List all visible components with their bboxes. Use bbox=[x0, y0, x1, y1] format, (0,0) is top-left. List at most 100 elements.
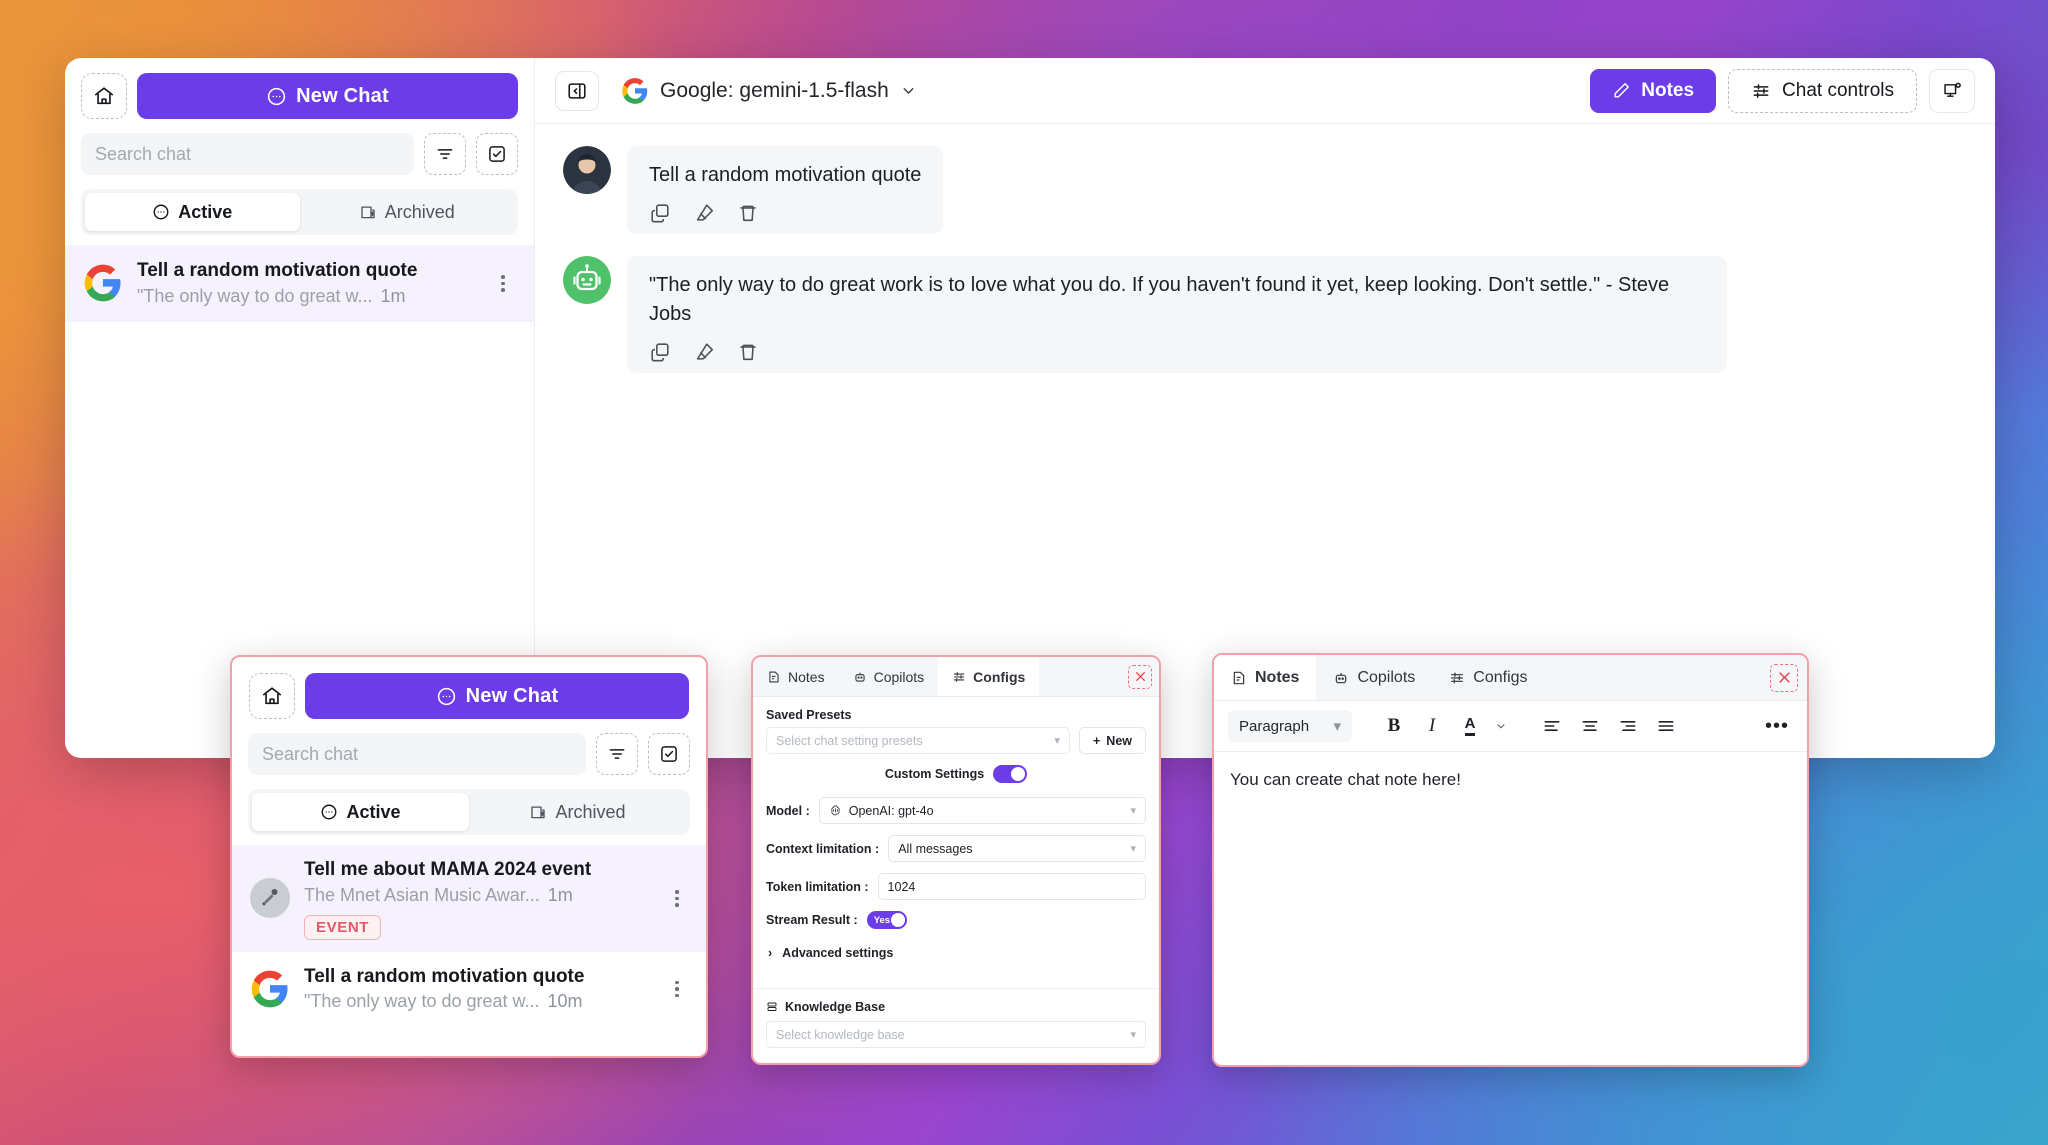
align-right-button[interactable] bbox=[1612, 710, 1644, 742]
close-button[interactable] bbox=[1770, 663, 1798, 692]
advanced-settings-toggle[interactable]: › Advanced settings bbox=[766, 940, 1146, 960]
stream-result-toggle[interactable]: Yes bbox=[866, 911, 907, 929]
filter-button[interactable] bbox=[424, 133, 466, 175]
context-limitation-select[interactable]: All messages ▾ bbox=[888, 835, 1146, 862]
text-color-button[interactable]: A bbox=[1454, 710, 1486, 742]
trash-icon[interactable] bbox=[737, 341, 759, 363]
search-input[interactable]: Search chat bbox=[81, 133, 414, 175]
chat-bubble-icon bbox=[153, 204, 169, 220]
model-row: Model : OpenAI: gpt-4o ▾ bbox=[766, 797, 1146, 824]
chat-controls-label: Chat controls bbox=[1782, 79, 1894, 101]
close-button[interactable] bbox=[1128, 664, 1152, 689]
model-select[interactable]: OpenAI: gpt-4o ▾ bbox=[818, 797, 1146, 824]
screen-share-button[interactable] bbox=[1929, 68, 1975, 113]
toggle-sidebar-button[interactable] bbox=[555, 70, 599, 111]
tab-configs-label: Configs bbox=[973, 668, 1026, 685]
tab-notes[interactable]: Notes bbox=[753, 657, 839, 696]
sidebar-top-row: New Chat bbox=[65, 58, 534, 127]
model-name-label: Google: gemini-1.5-flash bbox=[660, 78, 889, 102]
custom-settings-toggle[interactable] bbox=[993, 765, 1028, 783]
list-item-body: Tell a random motivation quote "The only… bbox=[137, 258, 478, 309]
align-left-button[interactable] bbox=[1536, 710, 1568, 742]
tab-copilots-label: Copilots bbox=[1357, 668, 1416, 686]
home-button[interactable] bbox=[249, 673, 295, 719]
eraser-icon[interactable] bbox=[693, 202, 715, 224]
close-icon bbox=[1135, 672, 1145, 681]
new-chat-button[interactable]: New Chat bbox=[305, 673, 689, 719]
new-preset-button[interactable]: + New bbox=[1078, 727, 1146, 754]
eraser-icon[interactable] bbox=[693, 341, 715, 363]
topbar-actions: Notes Chat controls bbox=[1590, 68, 1975, 113]
tab-configs[interactable]: Configs bbox=[1432, 655, 1544, 700]
notes-button[interactable]: Notes bbox=[1590, 68, 1717, 113]
multi-select-button[interactable] bbox=[648, 733, 690, 775]
message-user: Tell a random motivation quote bbox=[563, 146, 1967, 234]
tab-active[interactable]: Active bbox=[252, 793, 469, 831]
filter-button[interactable] bbox=[596, 733, 638, 775]
new-chat-label: New Chat bbox=[465, 684, 559, 707]
tab-archived-label: Archived bbox=[555, 801, 626, 822]
avatar bbox=[563, 256, 611, 304]
home-button[interactable] bbox=[81, 73, 127, 119]
copy-icon[interactable] bbox=[649, 341, 671, 363]
block-format-select[interactable]: Paragraph ▾ bbox=[1228, 710, 1352, 742]
list-item[interactable]: Tell a random motivation quote "The only… bbox=[65, 245, 534, 322]
align-justify-button[interactable] bbox=[1650, 710, 1682, 742]
list-item-menu-button[interactable] bbox=[666, 980, 688, 998]
stream-result-label: Stream Result : bbox=[766, 913, 858, 927]
list-item[interactable]: Tell a random motivation quote "The only… bbox=[232, 951, 706, 1027]
text-color-chevron-button[interactable] bbox=[1492, 710, 1510, 742]
knowledge-base-select[interactable]: Select knowledge base ▾ bbox=[766, 1021, 1146, 1048]
multi-select-button[interactable] bbox=[476, 133, 518, 175]
checkbox-square-icon bbox=[489, 146, 505, 162]
tab-copilots[interactable]: Copilots bbox=[1316, 655, 1432, 700]
popup-chat-list: Tell me about MAMA 2024 event The Mnet A… bbox=[232, 845, 706, 1027]
home-icon bbox=[262, 687, 282, 705]
list-item-menu-button[interactable] bbox=[666, 890, 688, 907]
note-edit-icon bbox=[1233, 671, 1245, 684]
chevron-down-icon: ▾ bbox=[1130, 805, 1136, 817]
list-item[interactable]: Tell me about MAMA 2024 event The Mnet A… bbox=[232, 845, 706, 952]
more-options-button[interactable]: ••• bbox=[1761, 710, 1793, 742]
list-item-preview-text: The Mnet Asian Music Awar... bbox=[304, 884, 540, 905]
italic-button[interactable]: I bbox=[1416, 710, 1448, 742]
robot-icon bbox=[1336, 672, 1347, 683]
configs-popup-tabs: Notes Copilots Configs bbox=[753, 657, 1159, 697]
sliders-icon bbox=[1753, 83, 1769, 98]
archive-box-icon bbox=[361, 206, 375, 219]
trash-icon[interactable] bbox=[737, 202, 759, 224]
token-limitation-value: 1024 bbox=[887, 879, 916, 894]
search-input[interactable]: Search chat bbox=[248, 733, 586, 775]
popup-sidebar-tabs: Active Archived bbox=[248, 789, 690, 835]
tab-archived[interactable]: Archived bbox=[469, 793, 686, 831]
avatar bbox=[250, 878, 290, 919]
list-item-menu-button[interactable] bbox=[492, 275, 514, 292]
more-options-icon: ••• bbox=[1764, 715, 1789, 737]
tab-active[interactable]: Active bbox=[85, 193, 300, 231]
sidebar: New Chat Search chat Active Archived Tel… bbox=[65, 58, 535, 758]
chat-bubble-icon bbox=[322, 804, 337, 820]
note-editor[interactable]: You can create chat note here! bbox=[1214, 752, 1807, 808]
tab-notes[interactable]: Notes bbox=[1214, 655, 1317, 700]
align-right-icon bbox=[1620, 721, 1636, 731]
sidebar-popup: New Chat Search chat Active Archived Tel… bbox=[230, 655, 708, 1058]
new-chat-button[interactable]: New Chat bbox=[137, 73, 518, 119]
copy-icon[interactable] bbox=[649, 202, 671, 224]
tab-copilots[interactable]: Copilots bbox=[839, 657, 939, 696]
stream-result-row: Stream Result : Yes bbox=[766, 911, 1146, 929]
tab-configs-label: Configs bbox=[1473, 668, 1528, 686]
tab-configs[interactable]: Configs bbox=[938, 657, 1040, 696]
italic-icon: I bbox=[1428, 715, 1436, 736]
home-icon bbox=[94, 87, 114, 105]
chevron-down-icon bbox=[903, 88, 914, 94]
chat-controls-button[interactable]: Chat controls bbox=[1728, 68, 1917, 113]
tab-archived[interactable]: Archived bbox=[300, 193, 515, 231]
chat-bubble-icon bbox=[437, 687, 455, 705]
note-edit-icon bbox=[769, 671, 779, 682]
preset-select[interactable]: Select chat setting presets ▾ bbox=[766, 727, 1070, 754]
search-placeholder: Search chat bbox=[95, 143, 192, 164]
bold-button[interactable]: B bbox=[1378, 710, 1410, 742]
model-selector[interactable]: Google: gemini-1.5-flash bbox=[613, 77, 917, 105]
token-limitation-input[interactable]: 1024 bbox=[877, 873, 1146, 900]
align-center-button[interactable] bbox=[1574, 710, 1606, 742]
